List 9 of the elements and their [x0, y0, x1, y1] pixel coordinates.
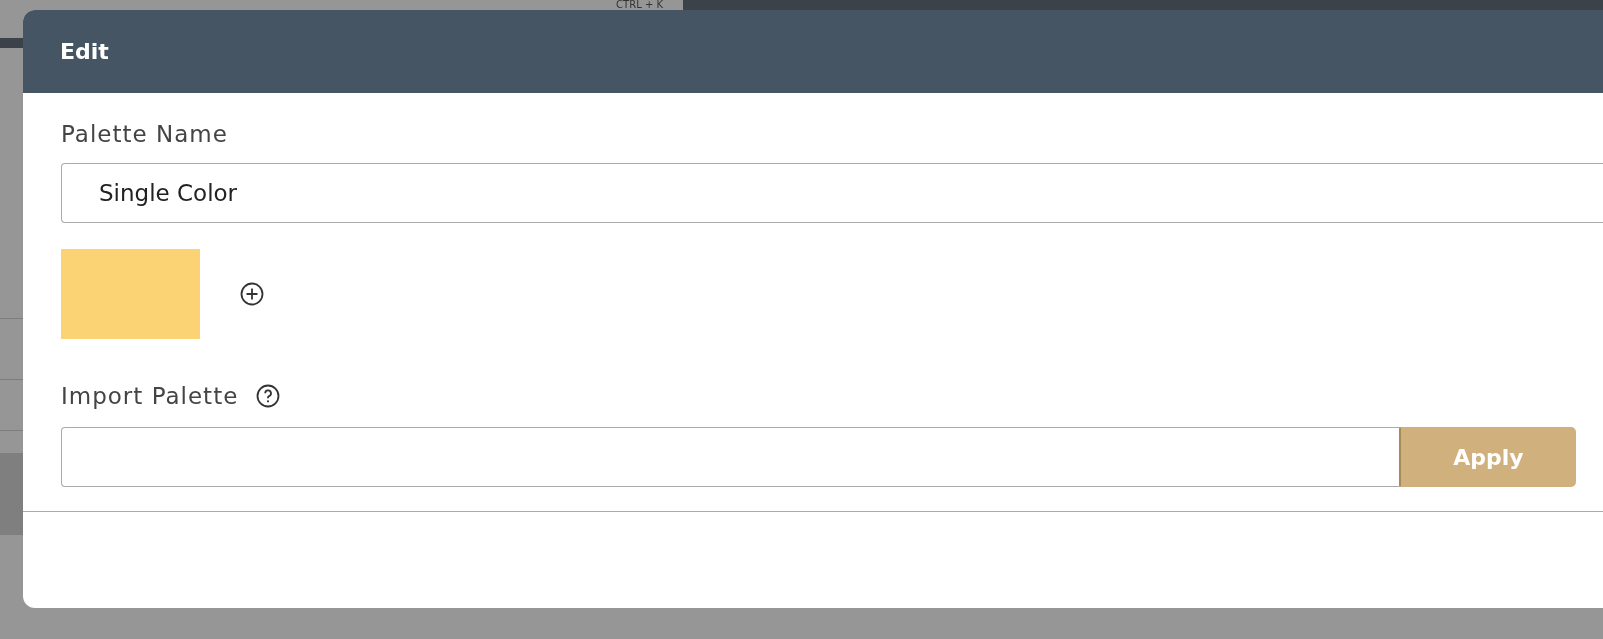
add-icon[interactable] [240, 282, 264, 306]
field-label: Palette Name [61, 121, 228, 147]
shortcut-hint: CTRL + K [616, 0, 663, 10]
help-icon[interactable] [256, 384, 281, 408]
color-swatch[interactable] [61, 249, 200, 339]
import-palette-field[interactable] [61, 427, 1401, 487]
palette-name-field[interactable]: Single Color [61, 163, 1603, 223]
dialog-title: Edit [60, 39, 109, 64]
field-label: Import Palette [61, 383, 239, 409]
